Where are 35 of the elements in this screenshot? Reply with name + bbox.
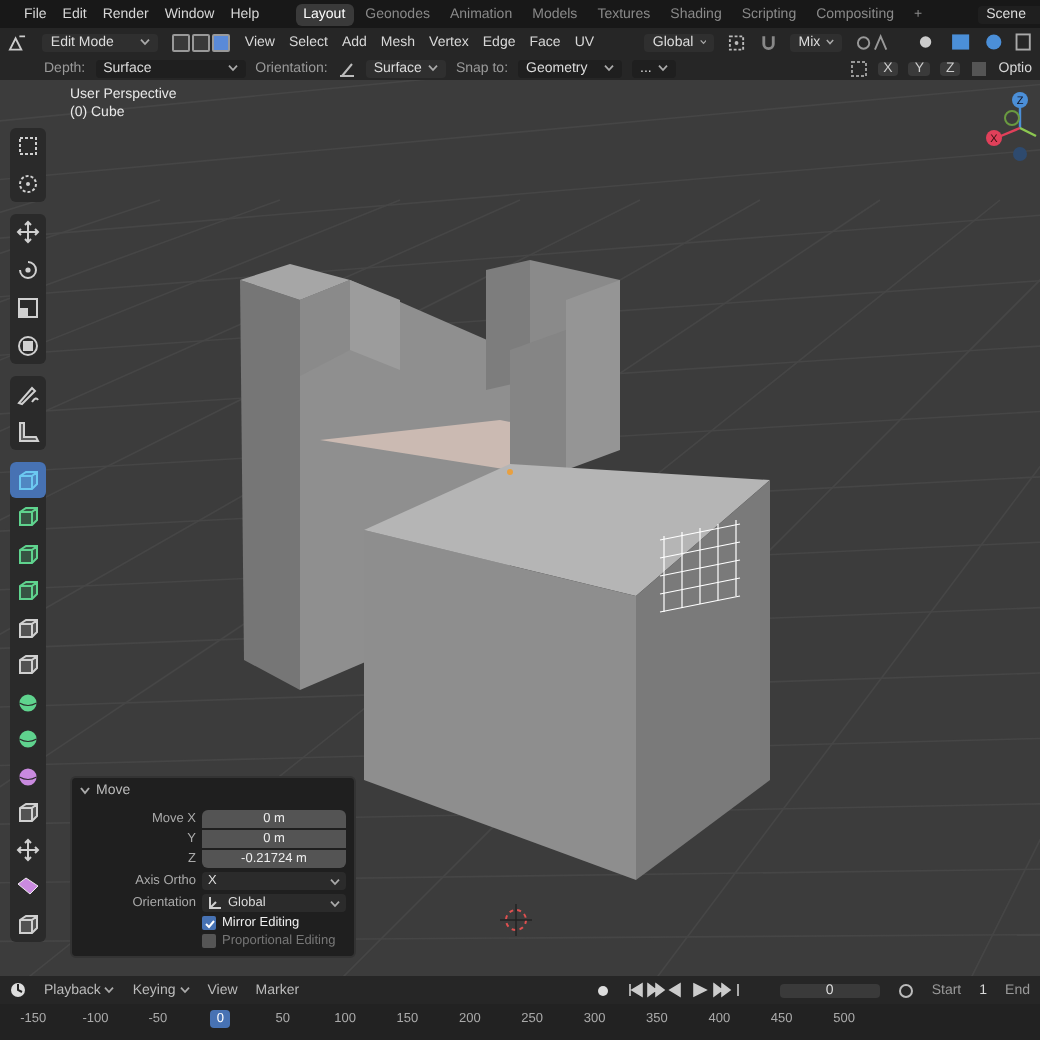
surface-orientation-icon (337, 59, 356, 77)
caret-icon (104, 985, 115, 993)
caret-icon (826, 38, 835, 46)
playback-controls-icon[interactable] (627, 982, 740, 998)
overlay-icons-drawing[interactable] (918, 32, 1033, 52)
caret-icon (330, 877, 340, 885)
caret-icon (604, 64, 615, 72)
checkbox[interactable] (202, 916, 216, 930)
selected-faces-grid-icon (659, 519, 741, 613)
pivot-icon[interactable] (728, 33, 746, 51)
stopwatch-icon[interactable] (897, 982, 914, 998)
x-axis-ball-icon[interactable] (986, 130, 1002, 146)
z-axis-ball-icon[interactable] (1012, 92, 1028, 108)
mesh-model[interactable] (240, 260, 770, 880)
editor-type-icon[interactable] (8, 33, 29, 51)
caret-icon (227, 64, 238, 72)
y-axis-ball-icon[interactable] (1004, 110, 1020, 126)
caret-icon (657, 64, 668, 72)
clock-icon[interactable] (10, 982, 26, 998)
axes-icon (208, 896, 222, 910)
select-mode-button[interactable] (172, 33, 191, 51)
select-mode-button[interactable] (212, 33, 231, 51)
caret-icon (330, 899, 340, 907)
mirror-icon (849, 59, 868, 77)
caret-icon (140, 38, 151, 46)
record-icon[interactable] (595, 983, 610, 997)
magnet-icon[interactable] (759, 33, 777, 51)
select-mode-button[interactable] (192, 33, 211, 51)
caret-icon (427, 64, 438, 72)
checkmark-icon (203, 917, 215, 929)
caret-icon (699, 38, 707, 46)
proportional-edit-icon[interactable] (856, 33, 891, 51)
3d-cursor-icon (499, 903, 533, 937)
chevron-icon[interactable] (80, 786, 90, 796)
caret-icon (179, 985, 190, 993)
